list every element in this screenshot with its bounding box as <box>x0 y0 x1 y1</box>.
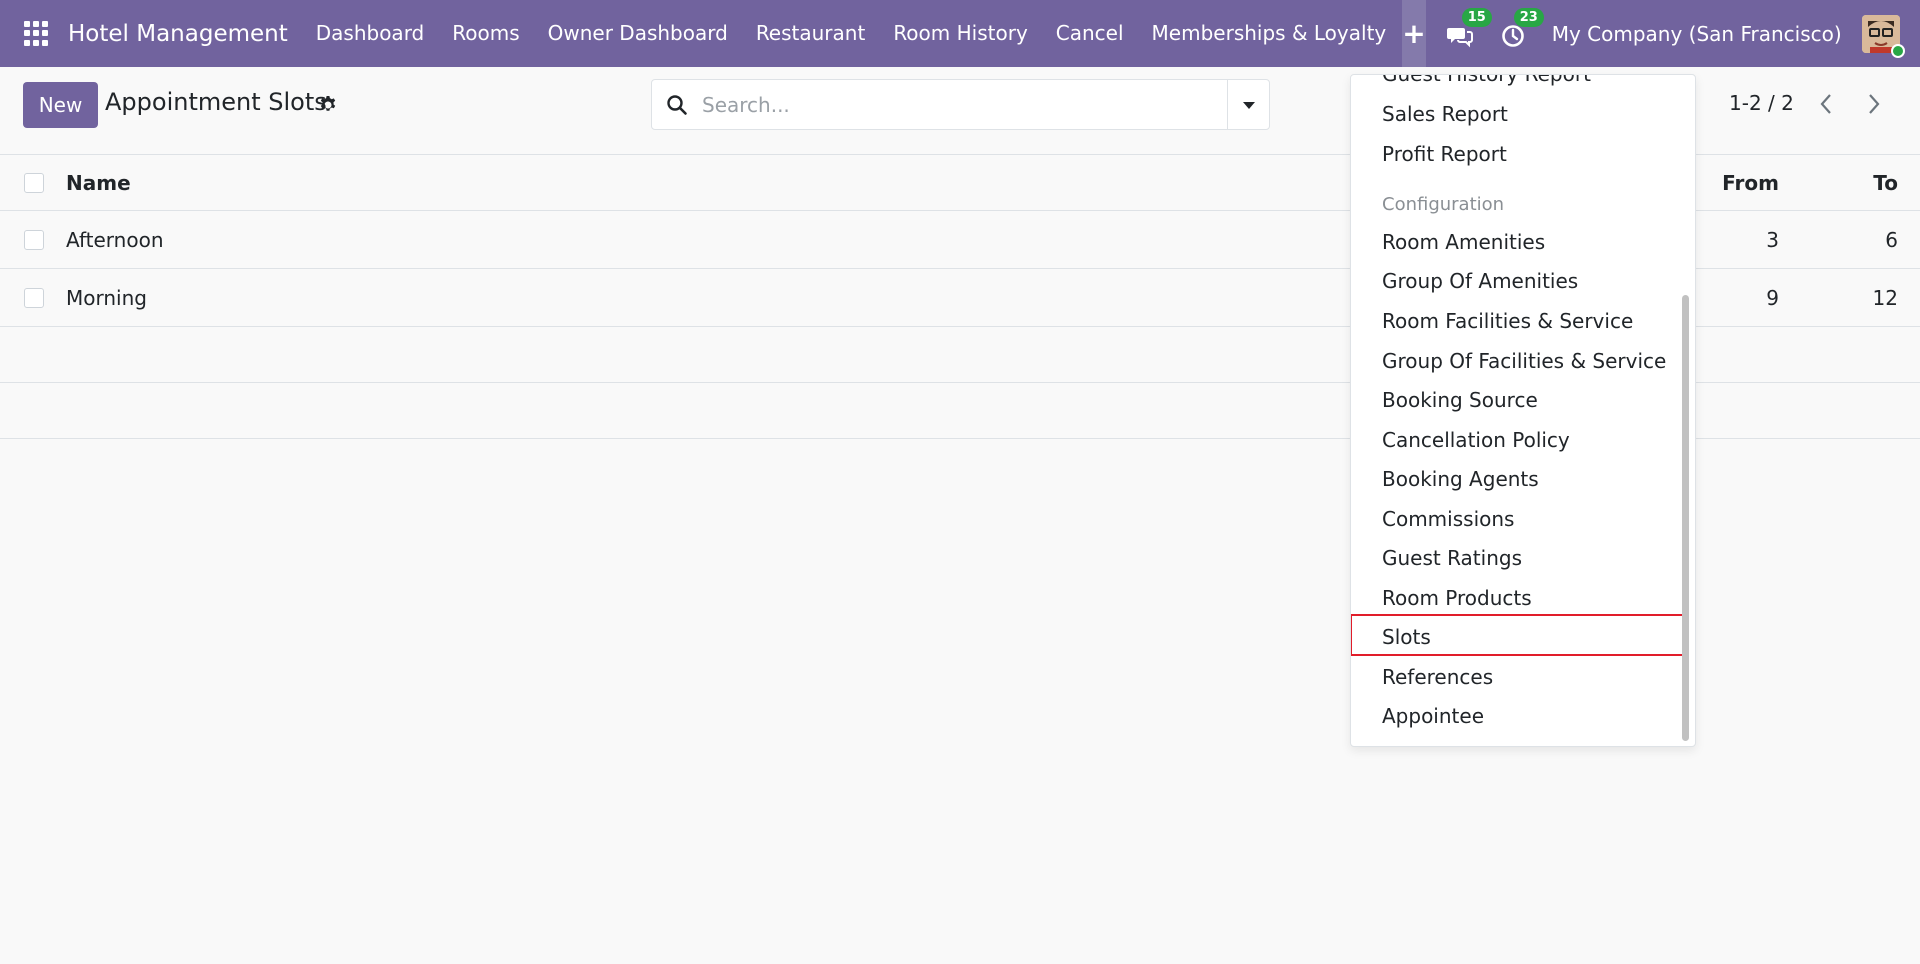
plus-icon: + <box>1402 16 1426 50</box>
row-checkbox[interactable] <box>24 287 44 308</box>
more-menu-button[interactable]: + <box>1402 0 1426 67</box>
menu-item-guest-history-report[interactable]: Guest History Report <box>1382 75 1591 86</box>
apps-grid-icon[interactable] <box>24 20 48 47</box>
menu-item-booking-agents[interactable]: Booking Agents <box>1382 467 1539 491</box>
cell-to: 12 <box>1872 285 1898 310</box>
gear-icon[interactable] <box>318 95 338 115</box>
top-navbar: Hotel Management Dashboard Rooms Owner D… <box>0 0 1920 67</box>
nav-owner-dashboard[interactable]: Owner Dashboard <box>534 0 742 67</box>
new-button[interactable]: New <box>23 82 98 128</box>
nav-dashboard[interactable]: Dashboard <box>302 0 439 67</box>
select-all-checkbox[interactable] <box>24 172 44 193</box>
menu-item-room-facilities-service[interactable]: Room Facilities & Service <box>1382 309 1633 333</box>
menu-item-appointee[interactable]: Appointee <box>1382 704 1484 728</box>
caret-down-icon <box>1242 101 1255 109</box>
nav-room-history[interactable]: Room History <box>879 0 1041 67</box>
company-switcher[interactable]: My Company (San Francisco) <box>1552 22 1842 46</box>
pager-next-button[interactable] <box>1862 89 1886 119</box>
messages-count-badge: 15 <box>1461 7 1492 27</box>
activities-count-badge: 23 <box>1513 7 1544 27</box>
search-options-toggle[interactable] <box>1227 80 1269 129</box>
nav-rooms[interactable]: Rooms <box>438 0 533 67</box>
systray: 15 23 My Company (San Francisco) <box>1426 0 1920 67</box>
menu-item-booking-source[interactable]: Booking Source <box>1382 388 1538 412</box>
page-title: Appointment Slots <box>105 88 327 116</box>
search-icon <box>667 94 687 115</box>
chevron-left-icon <box>1820 94 1831 114</box>
chevron-right-icon <box>1869 94 1880 114</box>
menu-section-configuration: Configuration <box>1382 194 1505 215</box>
cell-name: Morning <box>66 285 147 310</box>
pager-previous-button[interactable] <box>1814 89 1838 119</box>
more-menu-dropdown: Guest History Report Sales Report Profit… <box>1350 74 1696 747</box>
nav-cancel[interactable]: Cancel <box>1042 0 1138 67</box>
column-header-name[interactable]: Name <box>66 171 131 195</box>
search-icon-wrap <box>652 80 702 129</box>
menu-item-cancellation-policy[interactable]: Cancellation Policy <box>1382 428 1570 452</box>
messages-button[interactable]: 15 <box>1446 7 1492 50</box>
pager-value[interactable]: 1-2 / 2 <box>1729 91 1794 115</box>
menu-item-sales-report[interactable]: Sales Report <box>1382 102 1508 126</box>
activities-button[interactable]: 23 <box>1498 7 1544 50</box>
dropdown-scrollbar[interactable] <box>1682 295 1689 741</box>
cell-to: 6 <box>1885 227 1898 252</box>
menu-item-profit-report[interactable]: Profit Report <box>1382 142 1507 166</box>
column-header-to[interactable]: To <box>1873 171 1898 195</box>
search-input[interactable] <box>702 80 1227 129</box>
cell-from: 3 <box>1766 227 1779 252</box>
app-title[interactable]: Hotel Management <box>68 21 288 47</box>
search-bar <box>651 79 1270 130</box>
cell-from: 9 <box>1766 285 1779 310</box>
menu-item-slots[interactable]: Slots <box>1382 625 1431 649</box>
column-header-from[interactable]: From <box>1722 171 1779 195</box>
menu-item-references[interactable]: References <box>1382 665 1493 689</box>
menu-item-guest-ratings[interactable]: Guest Ratings <box>1382 546 1522 570</box>
menu-item-room-products[interactable]: Room Products <box>1382 586 1532 610</box>
nav-restaurant[interactable]: Restaurant <box>742 0 880 67</box>
menu-item-group-of-facilities-service[interactable]: Group Of Facilities & Service <box>1382 349 1666 373</box>
row-checkbox[interactable] <box>24 229 44 250</box>
user-avatar[interactable] <box>1861 14 1905 58</box>
online-status-dot <box>1890 43 1905 58</box>
menu-item-room-amenities[interactable]: Room Amenities <box>1382 230 1545 254</box>
cell-name: Afternoon <box>66 227 164 252</box>
menu-item-commissions[interactable]: Commissions <box>1382 507 1514 531</box>
menu-item-group-of-amenities[interactable]: Group Of Amenities <box>1382 269 1578 293</box>
nav-memberships-loyalty[interactable]: Memberships & Loyalty <box>1138 0 1401 67</box>
